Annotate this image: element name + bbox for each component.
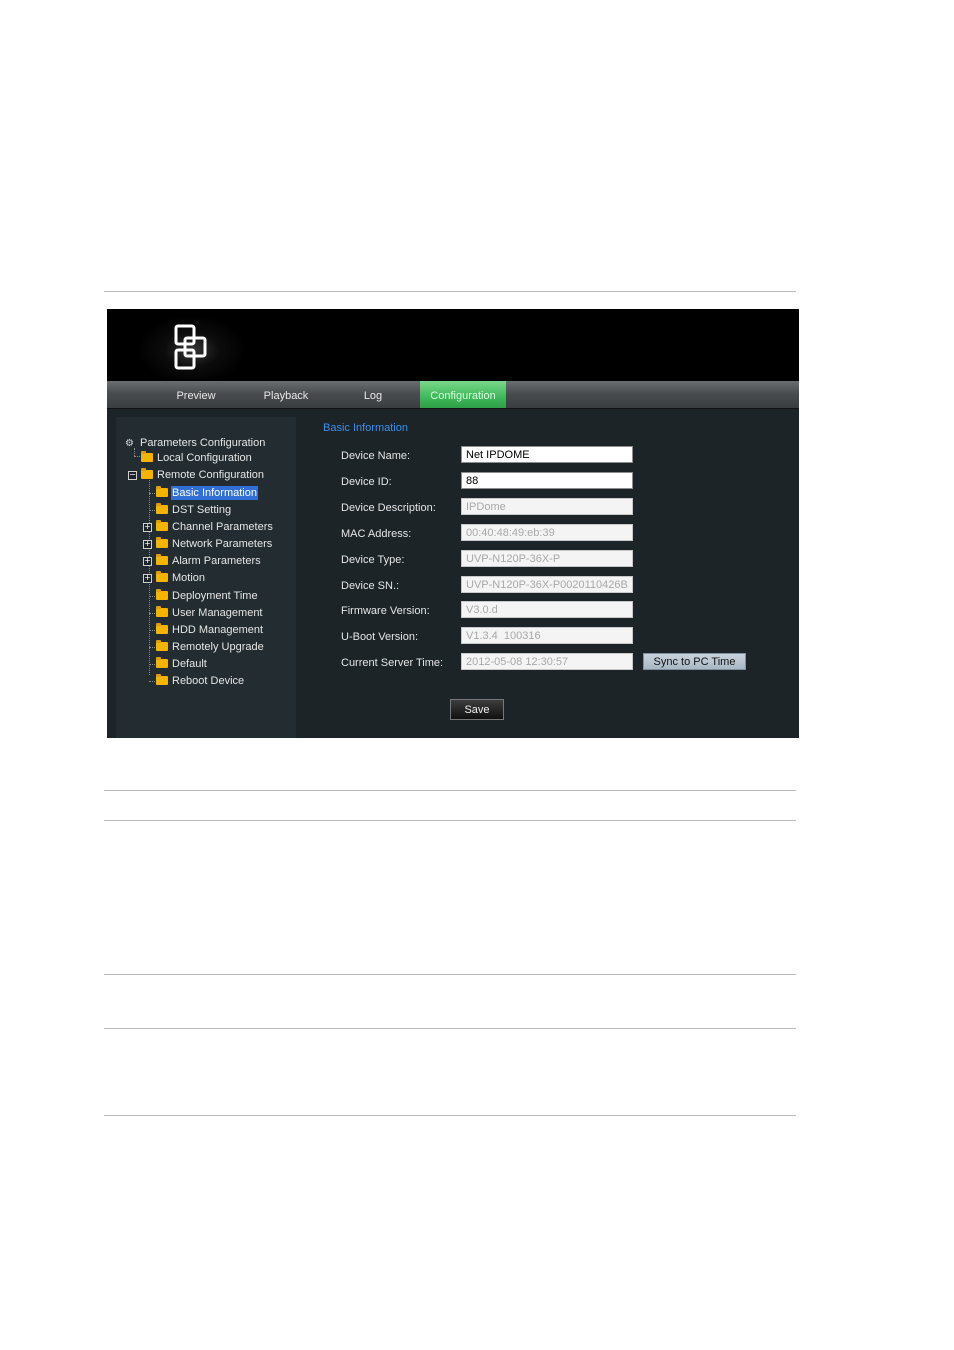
top-divider bbox=[104, 291, 796, 292]
tree-item-default[interactable]: Default bbox=[156, 657, 208, 671]
firmware-version-label: Firmware Version: bbox=[341, 605, 430, 617]
folder-icon bbox=[156, 537, 168, 548]
app-header bbox=[107, 309, 799, 381]
parameters-config-icon: ⚙ bbox=[125, 438, 134, 449]
tree-item-deployment-time[interactable]: Deployment Time bbox=[156, 589, 259, 603]
device-sn-field bbox=[461, 576, 633, 593]
collapse-icon[interactable]: − bbox=[128, 471, 137, 480]
sync-to-pc-time-button[interactable]: Sync to PC Time bbox=[643, 653, 746, 670]
tree-item-reboot-device[interactable]: Reboot Device bbox=[156, 674, 245, 688]
folder-icon bbox=[156, 554, 168, 565]
tab-log[interactable]: Log bbox=[339, 381, 407, 408]
web-app-window: Preview Playback Log Configuration ⚙ Para… bbox=[107, 309, 799, 738]
folder-icon bbox=[156, 503, 168, 514]
device-sn-label: Device SN.: bbox=[341, 580, 400, 592]
mac-address-label: MAC Address: bbox=[341, 528, 412, 540]
folder-icon bbox=[141, 468, 153, 479]
tree-item-remote-configuration[interactable]: Remote Configuration bbox=[141, 468, 265, 482]
tree-item-remotely-upgrade[interactable]: Remotely Upgrade bbox=[156, 640, 265, 654]
folder-icon bbox=[156, 674, 168, 685]
device-type-field bbox=[461, 550, 633, 567]
folder-icon bbox=[156, 589, 168, 600]
basic-information-panel: Basic Information Device Name: Device ID… bbox=[297, 408, 799, 738]
divider bbox=[104, 790, 796, 791]
folder-icon bbox=[156, 486, 168, 497]
tree-root-parameters-configuration[interactable]: ⚙ Parameters Configuration bbox=[125, 436, 266, 450]
uboot-version-field bbox=[461, 627, 633, 644]
tree-item-motion[interactable]: Motion bbox=[156, 571, 206, 585]
device-description-label: Device Description: bbox=[341, 502, 436, 514]
divider bbox=[104, 1028, 796, 1029]
divider bbox=[104, 974, 796, 975]
folder-icon bbox=[141, 451, 153, 462]
tree-item-hdd-management[interactable]: HDD Management bbox=[156, 623, 264, 637]
tree-item-network-parameters[interactable]: Network Parameters bbox=[156, 537, 273, 551]
divider bbox=[104, 820, 796, 821]
main-menu-bar: Preview Playback Log Configuration bbox=[107, 381, 799, 409]
tree-item-basic-information[interactable]: Basic Information bbox=[156, 486, 258, 500]
tab-preview[interactable]: Preview bbox=[162, 381, 230, 408]
tree-item-user-management[interactable]: User Management bbox=[156, 606, 264, 620]
section-title: Basic Information bbox=[323, 422, 408, 434]
server-time-field bbox=[461, 653, 633, 670]
folder-icon bbox=[156, 606, 168, 617]
tree-item-dst-setting[interactable]: DST Setting bbox=[156, 503, 232, 517]
device-name-label: Device Name: bbox=[341, 450, 411, 462]
save-button[interactable]: Save bbox=[450, 699, 504, 720]
tree-item-alarm-parameters[interactable]: Alarm Parameters bbox=[156, 554, 262, 568]
tree-item-channel-parameters[interactable]: Channel Parameters bbox=[156, 520, 274, 534]
expand-icon[interactable]: + bbox=[143, 523, 152, 532]
folder-icon bbox=[156, 640, 168, 651]
device-description-input[interactable] bbox=[461, 498, 633, 515]
divider bbox=[104, 1115, 796, 1116]
tab-configuration[interactable]: Configuration bbox=[420, 381, 506, 408]
mac-address-field bbox=[461, 524, 633, 541]
tab-playback[interactable]: Playback bbox=[252, 381, 320, 408]
folder-icon bbox=[156, 571, 168, 582]
folder-icon bbox=[156, 520, 168, 531]
expand-icon[interactable]: + bbox=[143, 557, 152, 566]
device-id-label: Device ID: bbox=[341, 476, 392, 488]
expand-icon[interactable]: + bbox=[143, 574, 152, 583]
device-name-input[interactable] bbox=[461, 446, 633, 463]
device-type-label: Device Type: bbox=[341, 554, 405, 566]
server-time-label: Current Server Time: bbox=[341, 657, 444, 669]
logo-icon bbox=[137, 315, 247, 379]
folder-icon bbox=[156, 657, 168, 668]
firmware-version-field bbox=[461, 601, 633, 618]
expand-icon[interactable]: + bbox=[143, 540, 152, 549]
config-tree-panel: ⚙ Parameters Configuration Local Configur… bbox=[116, 417, 296, 738]
uboot-version-label: U-Boot Version: bbox=[341, 631, 419, 643]
tree-item-local-configuration[interactable]: Local Configuration bbox=[141, 451, 253, 465]
folder-icon bbox=[156, 623, 168, 634]
device-id-input[interactable] bbox=[461, 472, 633, 489]
